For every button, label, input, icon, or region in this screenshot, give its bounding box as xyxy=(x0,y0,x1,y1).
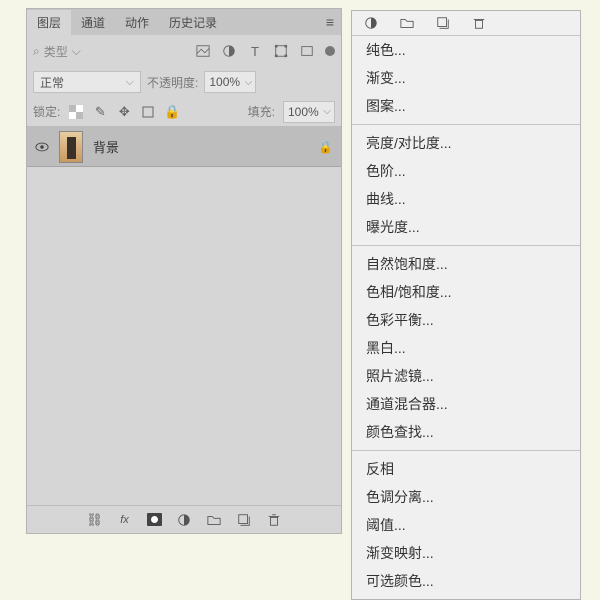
menu-item[interactable]: 通道混合器... xyxy=(352,390,580,418)
filter-label: 类型 xyxy=(44,43,68,60)
filter-smart-icon[interactable] xyxy=(299,43,315,59)
menu-group-4: 反相 色调分离... 阈值... 渐变映射... 可选颜色... xyxy=(352,455,580,595)
menu-trash-icon[interactable] xyxy=(470,15,488,31)
menu-item[interactable]: 阈值... xyxy=(352,511,580,539)
fill-label: 填充: xyxy=(248,103,275,120)
layers-panel: 图层 通道 动作 历史记录 ≡ ⌕ 类型 ⌵ T 正常 不透明度: 100% 锁… xyxy=(26,8,342,534)
layer-lock-icon[interactable]: 🔒 xyxy=(318,140,333,154)
lock-label: 锁定: xyxy=(33,103,60,120)
panel-menu-icon[interactable]: ≡ xyxy=(319,14,341,30)
menu-icon-row xyxy=(352,11,580,36)
panel-tabs: 图层 通道 动作 历史记录 ≡ xyxy=(27,9,341,35)
filter-row: ⌕ 类型 ⌵ T xyxy=(27,35,341,67)
mask-icon[interactable] xyxy=(147,513,162,526)
link-icon[interactable]: ⛓ xyxy=(87,512,103,528)
menu-adjustment-icon[interactable] xyxy=(362,15,380,31)
menu-item[interactable]: 纯色... xyxy=(352,36,580,64)
menu-item[interactable]: 色彩平衡... xyxy=(352,306,580,334)
filter-shape-icon[interactable] xyxy=(273,43,289,59)
blend-mode-select[interactable]: 正常 xyxy=(33,71,141,93)
layer-name[interactable]: 背景 xyxy=(93,137,308,156)
layer-item[interactable]: 背景 🔒 xyxy=(27,127,341,167)
opacity-label: 不透明度: xyxy=(147,74,198,91)
menu-separator xyxy=(352,124,580,125)
filter-toggle-icon[interactable] xyxy=(325,46,335,56)
menu-item[interactable]: 色调分离... xyxy=(352,483,580,511)
lock-row: 锁定: ✎ ✥ 🔒 填充: 100% xyxy=(27,97,341,127)
new-layer-icon[interactable] xyxy=(236,512,252,528)
group-icon[interactable] xyxy=(206,512,222,528)
lock-pixels-icon[interactable]: ✎ xyxy=(92,104,108,120)
menu-item[interactable]: 自然饱和度... xyxy=(352,250,580,278)
lock-position-icon[interactable]: ✥ xyxy=(116,104,132,120)
adjustment-layer-icon[interactable] xyxy=(176,512,192,528)
menu-item[interactable]: 可选颜色... xyxy=(352,567,580,595)
menu-separator xyxy=(352,245,580,246)
trash-icon[interactable] xyxy=(266,512,282,528)
menu-group-1: 纯色... 渐变... 图案... xyxy=(352,36,580,120)
tab-history[interactable]: 历史记录 xyxy=(159,10,227,35)
tab-channels[interactable]: 通道 xyxy=(71,10,115,35)
menu-new-icon[interactable] xyxy=(434,15,452,31)
menu-item[interactable]: 渐变映射... xyxy=(352,539,580,567)
menu-item[interactable]: 亮度/对比度... xyxy=(352,129,580,157)
panel-footer: ⛓ fx xyxy=(27,505,341,533)
tab-actions[interactable]: 动作 xyxy=(115,10,159,35)
menu-item[interactable]: 曲线... xyxy=(352,185,580,213)
filter-text-icon[interactable]: T xyxy=(247,43,263,59)
lock-artboard-icon[interactable] xyxy=(140,104,156,120)
fill-input[interactable]: 100% xyxy=(283,101,335,123)
menu-item[interactable]: 色阶... xyxy=(352,157,580,185)
menu-group-3: 自然饱和度... 色相/饱和度... 色彩平衡... 黑白... 照片滤镜...… xyxy=(352,250,580,446)
layer-thumbnail xyxy=(59,131,83,163)
menu-separator xyxy=(352,450,580,451)
filter-adjustment-icon[interactable] xyxy=(221,43,237,59)
menu-item[interactable]: 颜色查找... xyxy=(352,418,580,446)
chevron-down-icon: ⌵ xyxy=(72,44,81,59)
tab-layers[interactable]: 图层 xyxy=(27,10,71,35)
opacity-input[interactable]: 100% xyxy=(204,71,256,93)
menu-item[interactable]: 色相/饱和度... xyxy=(352,278,580,306)
filter-type[interactable]: ⌕ 类型 ⌵ xyxy=(33,43,81,60)
lock-transparent-icon[interactable] xyxy=(68,104,84,120)
menu-item[interactable]: 图案... xyxy=(352,92,580,120)
menu-item[interactable]: 照片滤镜... xyxy=(352,362,580,390)
lock-all-icon[interactable]: 🔒 xyxy=(164,104,180,120)
visibility-icon[interactable] xyxy=(35,140,49,154)
menu-item[interactable]: 曝光度... xyxy=(352,213,580,241)
menu-folder-icon[interactable] xyxy=(398,15,416,31)
menu-item[interactable]: 反相 xyxy=(352,455,580,483)
blend-row: 正常 不透明度: 100% xyxy=(27,67,341,97)
adjustment-menu: 纯色... 渐变... 图案... 亮度/对比度... 色阶... 曲线... … xyxy=(351,10,581,600)
menu-item[interactable]: 渐变... xyxy=(352,64,580,92)
filter-image-icon[interactable] xyxy=(195,43,211,59)
menu-item[interactable]: 黑白... xyxy=(352,334,580,362)
search-icon: ⌕ xyxy=(33,44,40,59)
menu-group-2: 亮度/对比度... 色阶... 曲线... 曝光度... xyxy=(352,129,580,241)
fx-icon[interactable]: fx xyxy=(117,512,133,528)
